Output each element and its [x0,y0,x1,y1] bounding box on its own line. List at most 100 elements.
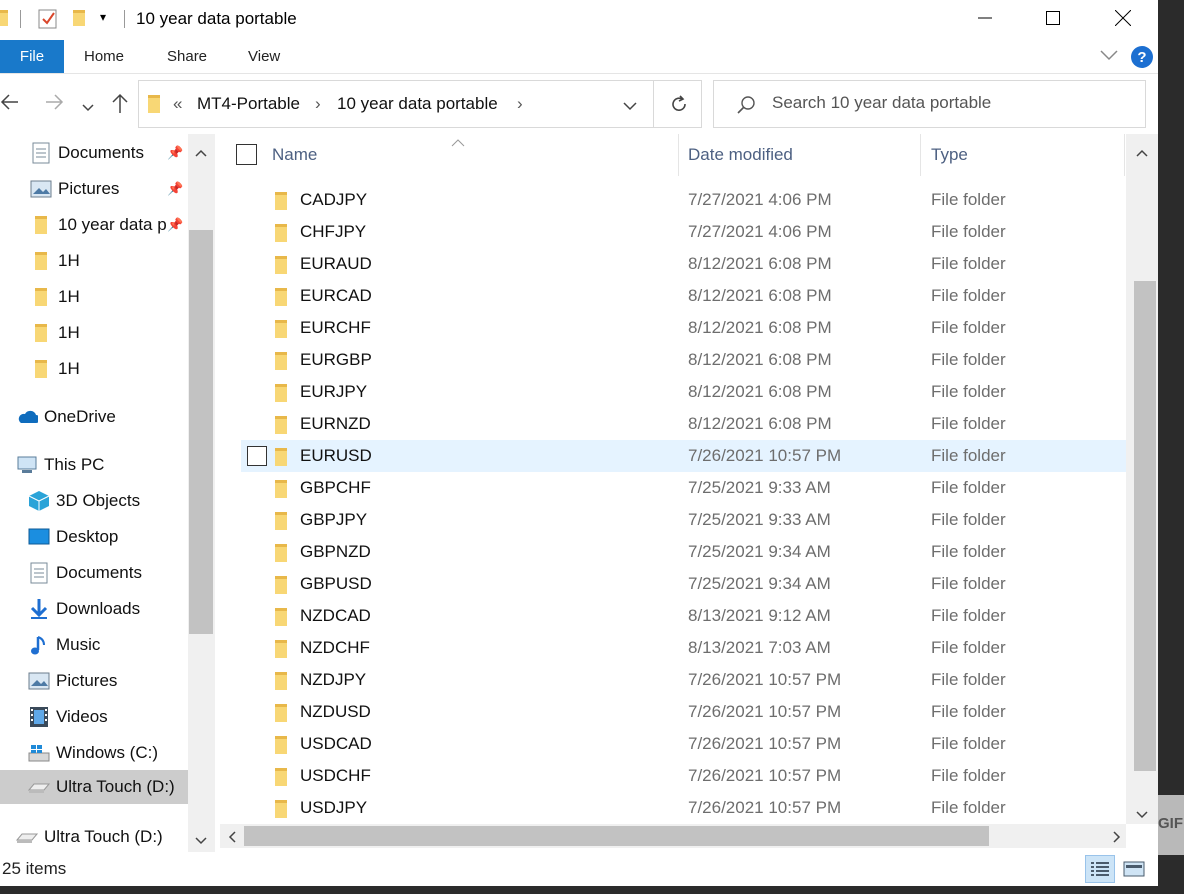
nav-item-this-pc[interactable]: This PC [0,448,188,482]
help-icon[interactable]: ? [1131,46,1153,68]
nav-item-windows-c[interactable]: Windows (C:) [0,736,188,770]
customize-quick-access-icon[interactable]: ▾ [100,10,114,30]
forward-button[interactable] [44,92,64,118]
file-name[interactable]: CADJPY [300,190,367,210]
nav-item-pictures-pinned[interactable]: Pictures 📌 [0,172,188,206]
nav-item-1h[interactable]: 1H [0,244,188,278]
minimize-button[interactable] [962,0,1008,36]
nav-item-onedrive[interactable]: OneDrive [0,400,188,434]
back-button[interactable] [0,92,20,118]
file-list-scrollbar-thumb[interactable] [1134,281,1156,771]
file-name[interactable]: GBPNZD [300,542,371,562]
file-row[interactable]: NZDCAD 8/13/2021 9:12 AM File folder [241,600,1131,632]
file-name[interactable]: EURNZD [300,414,371,434]
file-row[interactable]: EURNZD 8/12/2021 6:08 PM File folder [241,408,1131,440]
file-name[interactable]: USDJPY [300,798,367,818]
column-header-date-modified[interactable]: Date modified [688,134,793,176]
select-all-checkbox[interactable] [236,144,257,165]
nav-item-1h[interactable]: 1H [0,280,188,314]
maximize-button[interactable] [1030,0,1076,36]
breadcrumb-mt4-portable[interactable]: MT4-Portable [197,94,300,114]
tab-view[interactable]: View [248,48,280,65]
nav-item-pictures[interactable]: Pictures [0,664,188,698]
pin-icon[interactable]: 📌 [167,217,183,233]
file-row[interactable]: USDCHF 7/26/2021 10:57 PM File folder [241,760,1131,792]
file-name[interactable]: USDCAD [300,734,372,754]
file-row[interactable]: CHFJPY 7/27/2021 4:06 PM File folder [241,216,1131,248]
file-row[interactable]: EURGBP 8/12/2021 6:08 PM File folder [241,344,1131,376]
address-dropdown-icon[interactable] [623,98,637,116]
file-name[interactable]: CHFJPY [300,222,366,242]
nav-item-music[interactable]: Music [0,628,188,662]
address-bar[interactable]: « MT4-Portable › 10 year data portable › [138,80,702,128]
column-divider[interactable] [678,134,679,176]
file-row[interactable]: NZDUSD 7/26/2021 10:57 PM File folder [241,696,1131,728]
nav-item-desktop[interactable]: Desktop [0,520,188,554]
refresh-button[interactable] [653,81,703,127]
nav-item-videos[interactable]: Videos [0,700,188,734]
search-box[interactable] [713,80,1146,128]
tab-share[interactable]: Share [167,48,207,65]
file-name[interactable]: NZDUSD [300,702,371,722]
recent-locations-button[interactable] [82,96,94,119]
nav-scrollbar-thumb[interactable] [189,230,213,634]
nav-item-1h[interactable]: 1H [0,352,188,386]
nav-item-downloads[interactable]: Downloads [0,592,188,626]
properties-icon[interactable] [38,8,60,29]
file-row[interactable]: EURJPY 8/12/2021 6:08 PM File folder [241,376,1131,408]
file-row[interactable]: CADJPY 7/27/2021 4:06 PM File folder [241,184,1131,216]
file-name[interactable]: NZDJPY [300,670,366,690]
column-divider[interactable] [920,134,921,176]
horizontal-scrollbar[interactable] [220,824,1126,848]
file-name[interactable]: GBPCHF [300,478,371,498]
row-checkbox[interactable] [247,446,267,466]
file-name[interactable]: EURCAD [300,286,372,306]
file-name[interactable]: EURUSD [300,446,372,466]
file-name[interactable]: GBPUSD [300,574,372,594]
pin-icon[interactable]: 📌 [167,181,183,197]
file-row[interactable]: GBPNZD 7/25/2021 9:34 AM File folder [241,536,1131,568]
tab-home[interactable]: Home [84,48,124,65]
large-icons-view-button[interactable] [1119,855,1149,883]
file-row[interactable]: EURCAD 8/12/2021 6:08 PM File folder [241,280,1131,312]
breadcrumb-current[interactable]: 10 year data portable [337,94,498,114]
scroll-up-icon[interactable] [195,144,207,162]
file-row[interactable]: GBPUSD 7/25/2021 9:34 AM File folder [241,568,1131,600]
file-row[interactable]: EURCHF 8/12/2021 6:08 PM File folder [241,312,1131,344]
file-row[interactable]: USDJPY 7/26/2021 10:57 PM File folder [241,792,1131,824]
file-row[interactable]: EURAUD 8/12/2021 6:08 PM File folder [241,248,1131,280]
file-name[interactable]: USDCHF [300,766,371,786]
file-name[interactable]: EURGBP [300,350,372,370]
file-row[interactable]: NZDCHF 8/13/2021 7:03 AM File folder [241,632,1131,664]
file-name[interactable]: EURAUD [300,254,372,274]
nav-item-ultra-touch-d-selected[interactable]: Ultra Touch (D:) [0,770,188,804]
column-divider[interactable] [1124,134,1125,176]
scroll-down-icon[interactable] [195,832,207,850]
scroll-right-icon[interactable] [1113,830,1121,848]
file-name[interactable]: NZDCHF [300,638,370,658]
new-folder-icon[interactable] [72,8,86,28]
tab-file[interactable]: File [0,40,64,73]
up-button[interactable] [110,92,130,120]
column-header-name[interactable]: Name [272,134,317,176]
nav-item-10-year-data-pinned[interactable]: 10 year data p 📌 [0,208,188,242]
file-list-scrollbar[interactable] [1126,134,1158,824]
nav-item-ultra-touch-d[interactable]: Ultra Touch (D:) [0,820,188,854]
file-name[interactable]: EURJPY [300,382,367,402]
file-row[interactable]: GBPCHF 7/25/2021 9:33 AM File folder [241,472,1131,504]
horizontal-scrollbar-thumb[interactable] [244,826,989,846]
breadcrumb-overflow[interactable]: « [173,94,182,114]
scroll-left-icon[interactable] [228,830,236,848]
pin-icon[interactable]: 📌 [167,145,183,161]
chevron-right-icon[interactable]: › [315,94,321,114]
file-name[interactable]: NZDCAD [300,606,371,626]
file-name[interactable]: GBPJPY [300,510,367,530]
details-view-button[interactable] [1085,855,1115,883]
scroll-up-icon[interactable] [1136,144,1148,162]
file-row[interactable]: GBPJPY 7/25/2021 9:33 AM File folder [241,504,1131,536]
search-input[interactable] [772,93,1132,113]
nav-scrollbar[interactable] [188,134,215,852]
scroll-down-icon[interactable] [1136,806,1148,824]
nav-item-1h[interactable]: 1H [0,316,188,350]
column-header-type[interactable]: Type [931,134,968,176]
